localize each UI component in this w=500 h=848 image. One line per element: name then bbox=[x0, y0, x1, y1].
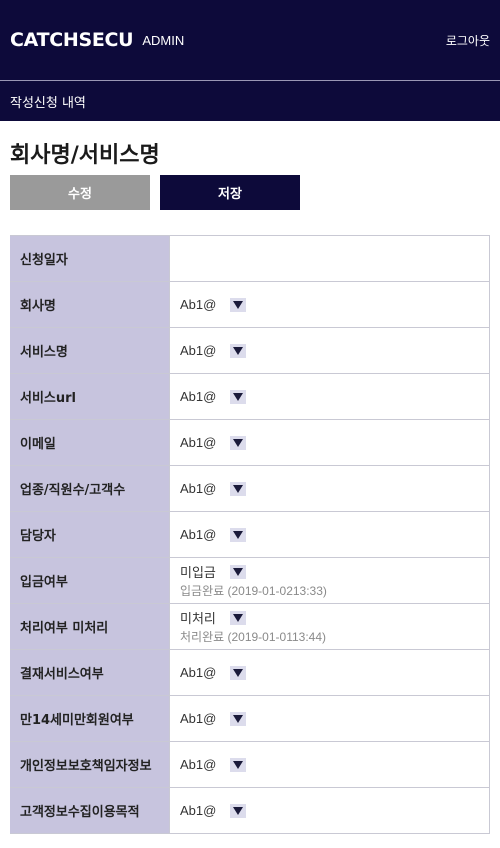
privacy-officer-value: Ab1@ bbox=[180, 757, 217, 772]
logo[interactable]: CATCHSECU bbox=[10, 29, 134, 51]
deposit-select: 미입금 bbox=[180, 562, 246, 581]
service-name-value: Ab1@ bbox=[180, 343, 217, 358]
form-row-industry: 업종/직원수/고객수 Ab1@ bbox=[10, 466, 490, 512]
triangle-down-icon[interactable] bbox=[229, 610, 246, 625]
form-row-privacy-officer: 개인정보보호책임자정보 Ab1@ bbox=[10, 742, 490, 788]
breadcrumb[interactable]: 작성신청 내역 bbox=[10, 92, 86, 111]
triangle-down-icon[interactable] bbox=[230, 527, 247, 542]
triangle-down-icon[interactable] bbox=[230, 297, 247, 312]
field-value: Ab1@ bbox=[170, 466, 490, 511]
form-row-manager: 담당자 Ab1@ bbox=[10, 512, 490, 558]
company-value: Ab1@ bbox=[180, 297, 217, 312]
triangle-down-icon[interactable] bbox=[230, 481, 247, 496]
edit-button[interactable]: 수정 bbox=[10, 175, 150, 210]
form-row-company: 회사명 Ab1@ bbox=[10, 282, 490, 328]
field-label: 입금여부 bbox=[10, 558, 170, 603]
field-label: 만14세미만회원여부 bbox=[10, 696, 170, 741]
field-label: 서비스url bbox=[10, 374, 170, 419]
triangle-down-icon[interactable] bbox=[230, 665, 247, 680]
form-row-payment-service: 결재서비스여부 Ab1@ bbox=[10, 650, 490, 696]
processing-complete-note: 처리완료 (2019-01-0113:44) bbox=[180, 630, 327, 644]
form-row-collection-purpose: 고객정보수집이용목적 Ab1@ bbox=[10, 788, 490, 834]
form-row-minor-members: 만14세미만회원여부 Ab1@ bbox=[10, 696, 490, 742]
triangle-down-icon[interactable] bbox=[229, 564, 246, 579]
form-row-service-url: 서비스url Ab1@ bbox=[10, 374, 490, 420]
deposit-status: 미입금 bbox=[180, 565, 216, 580]
deposit-complete-note: 입금완료 (2019-01-0213:33) bbox=[180, 584, 327, 598]
processing-select: 미처리 bbox=[180, 608, 246, 627]
field-value: Ab1@ bbox=[170, 742, 490, 787]
field-value: 미처리 처리완료 (2019-01-0113:44) bbox=[170, 604, 490, 649]
triangle-down-icon[interactable] bbox=[230, 435, 247, 450]
brand: CATCHSECU ADMIN bbox=[10, 29, 184, 51]
field-label: 업종/직원수/고객수 bbox=[10, 466, 170, 511]
page-title: 회사명/서비스명 bbox=[10, 143, 160, 168]
payment-service-value: Ab1@ bbox=[180, 665, 217, 680]
field-label: 회사명 bbox=[10, 282, 170, 327]
manager-value: Ab1@ bbox=[180, 527, 217, 542]
field-value: 미입금 입금완료 (2019-01-0213:33) bbox=[170, 558, 490, 603]
service-url-value: Ab1@ bbox=[180, 389, 217, 404]
form-row-email: 이메일 Ab1@ bbox=[10, 420, 490, 466]
triangle-down-icon[interactable] bbox=[230, 711, 247, 726]
admin-label: ADMIN bbox=[142, 32, 185, 48]
field-value: Ab1@ bbox=[170, 328, 490, 373]
industry-value: Ab1@ bbox=[180, 481, 217, 496]
form-row-deposit: 입금여부 미입금 입금완료 (2019-01-0213:33) bbox=[10, 558, 490, 604]
field-label: 서비스명 bbox=[10, 328, 170, 373]
form-row-processing: 처리여부 미처리 미처리 처리완료 (2019-01-0113:44) bbox=[10, 604, 490, 650]
form-row-service-name: 서비스명 Ab1@ bbox=[10, 328, 490, 374]
field-label: 결재서비스여부 bbox=[10, 650, 170, 695]
field-label: 신청일자 bbox=[10, 236, 170, 281]
top-header: CATCHSECU ADMIN 로그아웃 bbox=[0, 0, 500, 80]
minor-members-value: Ab1@ bbox=[180, 711, 217, 726]
field-value: Ab1@ bbox=[170, 696, 490, 741]
email-value: Ab1@ bbox=[180, 435, 217, 450]
triangle-down-icon[interactable] bbox=[230, 757, 247, 772]
field-label: 개인정보보호책임자정보 bbox=[10, 742, 170, 787]
field-value bbox=[170, 236, 490, 281]
collection-purpose-value: Ab1@ bbox=[180, 803, 217, 818]
save-button[interactable]: 저장 bbox=[160, 175, 300, 210]
processing-status: 미처리 bbox=[180, 611, 216, 626]
logout-link[interactable]: 로그아웃 bbox=[446, 32, 490, 49]
field-value: Ab1@ bbox=[170, 512, 490, 557]
sub-navigation: 작성신청 내역 bbox=[0, 80, 500, 121]
field-value: Ab1@ bbox=[170, 650, 490, 695]
field-label: 처리여부 미처리 bbox=[10, 604, 170, 649]
detail-form: 신청일자 회사명 Ab1@ 서비스명 Ab1@ 서비스url Ab1@ 이메일 … bbox=[10, 235, 490, 834]
field-value: Ab1@ bbox=[170, 282, 490, 327]
triangle-down-icon[interactable] bbox=[230, 389, 247, 404]
field-value: Ab1@ bbox=[170, 374, 490, 419]
field-label: 담당자 bbox=[10, 512, 170, 557]
field-label: 이메일 bbox=[10, 420, 170, 465]
form-row-request-date: 신청일자 bbox=[10, 236, 490, 282]
field-value: Ab1@ bbox=[170, 788, 490, 833]
triangle-down-icon[interactable] bbox=[230, 803, 247, 818]
action-bar: 수정 저장 bbox=[10, 175, 500, 210]
field-label: 고객정보수집이용목적 bbox=[10, 788, 170, 833]
triangle-down-icon[interactable] bbox=[230, 343, 247, 358]
field-value: Ab1@ bbox=[170, 420, 490, 465]
